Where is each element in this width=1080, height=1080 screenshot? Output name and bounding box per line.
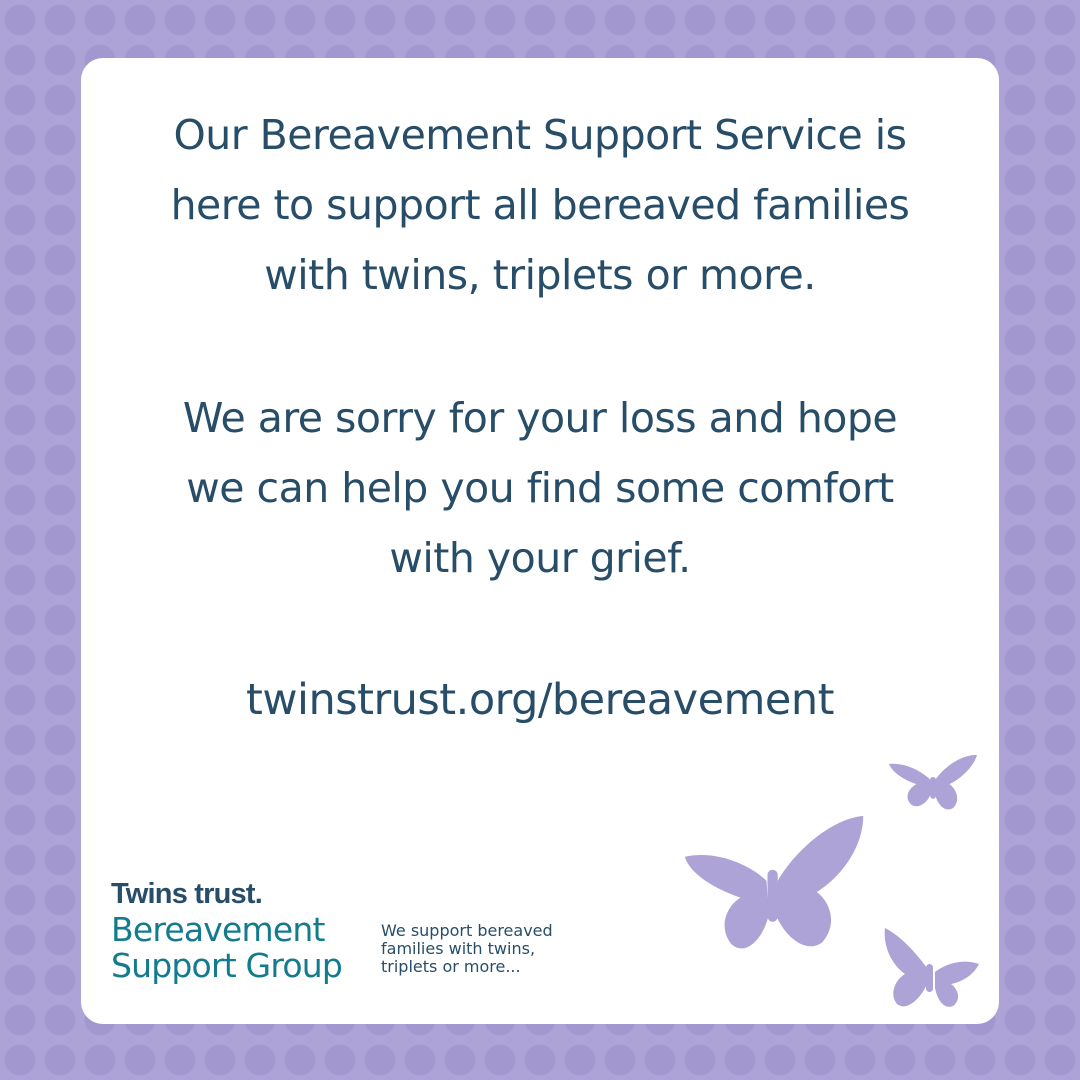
tagline: We support bereaved families with twins,… <box>381 922 553 976</box>
intro-line-3: with twins, triplets or more. <box>264 251 816 299</box>
group-name-line-2: Support Group <box>111 946 343 985</box>
brand-name: Twins trust. <box>111 878 263 910</box>
tagline-line-1: We support bereaved <box>381 921 553 940</box>
butterfly-icon <box>887 753 979 819</box>
group-name-line-1: Bereavement <box>111 910 325 949</box>
tagline-line-2: families with twins, <box>381 939 536 958</box>
condolence-paragraph: We are sorry for your loss and hope we c… <box>81 383 999 593</box>
message-card: Our Bereavement Support Service is here … <box>81 58 999 1024</box>
website-url: twinstrust.org/bereavement <box>245 675 835 725</box>
twins-trust-logo: Twins trust. Bereavement Support Group <box>111 876 411 984</box>
intro-line-2: here to support all bereaved families <box>170 181 910 229</box>
butterfly-icon <box>681 814 867 958</box>
intro-paragraph: Our Bereavement Support Service is here … <box>81 100 999 310</box>
butterfly-icon <box>881 924 981 1010</box>
intro-line-1: Our Bereavement Support Service is <box>173 111 907 159</box>
condolence-line-1: We are sorry for your loss and hope <box>182 394 898 442</box>
tagline-line-3: triplets or more... <box>381 957 521 976</box>
condolence-line-3: with your grief. <box>389 534 691 582</box>
condolence-line-2: we can help you find some comfort <box>186 464 894 512</box>
